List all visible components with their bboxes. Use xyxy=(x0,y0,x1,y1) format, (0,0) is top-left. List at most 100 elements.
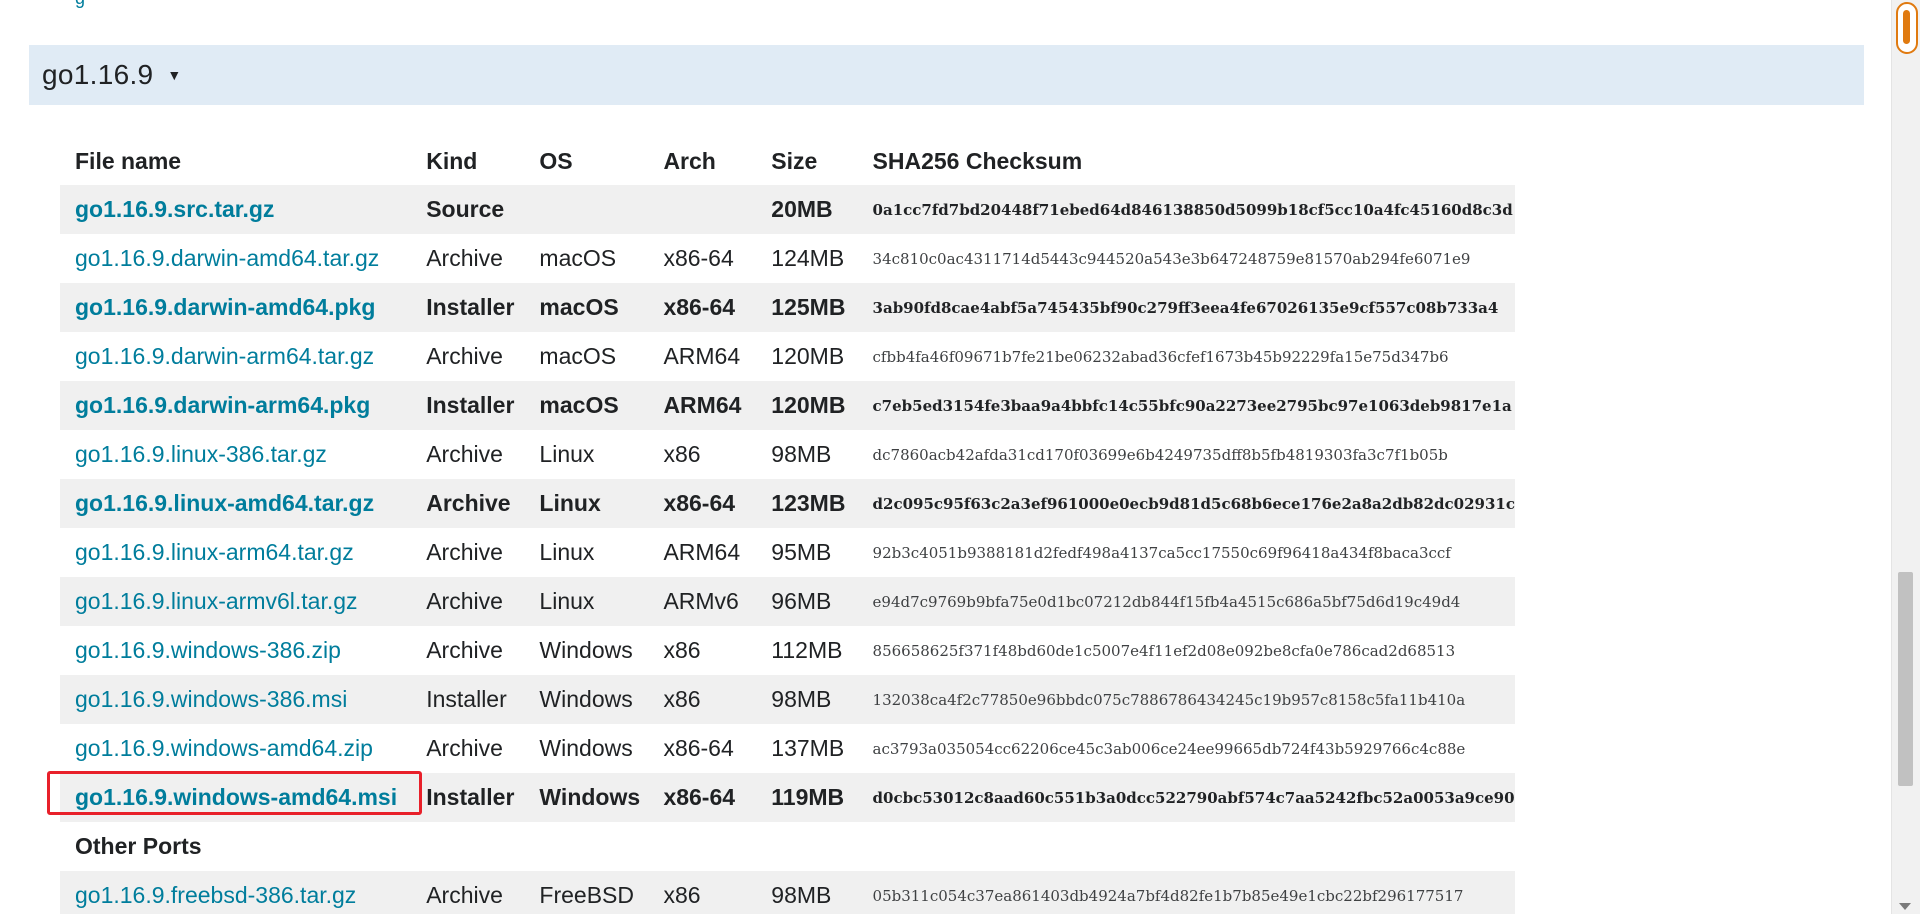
table-row: go1.16.9.windows-386.msi Installer Windows… xyxy=(60,675,1515,724)
kind-cell: Archive xyxy=(426,343,503,369)
table-row: go1.16.9.darwin-amd64.tar.gz Archive macOS… xyxy=(60,234,1515,283)
arch-cell xyxy=(648,185,757,234)
download-link[interactable]: go1.16.9.linux-386.tar.gz xyxy=(75,441,327,467)
table-header-row: File name Kind OS Arch Size SHA256 Check… xyxy=(60,137,1515,185)
downloads-page: g go1.16.9 ▼ File name Kind OS Arch Size… xyxy=(0,0,1920,914)
checksum-cell: d0cbc53012c8aad60c551b3a0dcc522790abf574… xyxy=(857,773,1515,822)
floating-scroll-widget-icon[interactable] xyxy=(1896,2,1918,54)
header-kind: Kind xyxy=(426,147,478,174)
download-link[interactable]: go1.16.9.windows-386.zip xyxy=(75,637,341,663)
download-link[interactable]: go1.16.9.darwin-amd64.tar.gz xyxy=(75,245,379,271)
file-name-cell: go1.16.9.src.tar.gz xyxy=(60,185,412,234)
file-name-cell: go1.16.9.windows-amd64.zip xyxy=(60,724,411,773)
kind-cell: Installer xyxy=(411,773,525,822)
kind-cell: Archive xyxy=(426,245,503,271)
os-cell: Linux xyxy=(539,539,595,565)
size-cell: 95MB xyxy=(771,539,832,565)
size-cell: 119MB xyxy=(756,773,858,822)
os-cell: Linux xyxy=(524,479,649,528)
os-cell: macOS xyxy=(524,381,649,430)
kind-cell: Installer xyxy=(411,675,525,724)
os-cell: Windows xyxy=(524,773,649,822)
os-cell: Linux xyxy=(539,441,595,467)
file-name-cell: go1.16.9.windows-amd64.msi xyxy=(60,773,412,822)
triangle-down-icon[interactable]: ▼ xyxy=(167,67,181,83)
arch-cell: x86-64 xyxy=(648,773,757,822)
release-header[interactable]: go1.16.9 ▼ xyxy=(29,45,1864,105)
download-link[interactable]: go1.16.9.freebsd-386.tar.gz xyxy=(75,882,356,908)
size-cell: 112MB xyxy=(771,637,843,663)
download-link[interactable]: go1.16.9.windows-amd64.zip xyxy=(75,735,373,761)
download-link[interactable]: go1.16.9.windows-386.msi xyxy=(75,686,347,712)
file-name-cell: go1.16.9.darwin-arm64.tar.gz xyxy=(60,332,411,381)
checksum-cell: 132038ca4f2c77850e96bbdc075c788678643424… xyxy=(857,675,1515,724)
table-row: go1.16.9.linux-amd64.tar.gz Archive Linux x… xyxy=(60,479,1515,528)
other-ports-heading: Other Ports xyxy=(60,822,1515,871)
file-name-cell: go1.16.9.linux-armv6l.tar.gz xyxy=(60,577,412,626)
header-size: Size xyxy=(771,147,818,174)
size-cell: 20MB xyxy=(756,185,858,234)
size-cell: 98MB xyxy=(756,871,858,914)
kind-cell: Archive xyxy=(426,441,503,467)
os-cell: Windows xyxy=(524,675,649,724)
size-cell: 98MB xyxy=(756,675,858,724)
size-cell: 124MB xyxy=(771,245,845,271)
arch-cell: x86 xyxy=(663,637,701,663)
table-row: go1.16.9.linux-386.tar.gz Archive Linux x86… xyxy=(60,430,1515,479)
file-name-cell: go1.16.9.darwin-amd64.pkg xyxy=(60,283,412,332)
kind-cell: Archive xyxy=(426,735,503,761)
scroll-down-arrow-icon[interactable] xyxy=(1899,903,1911,910)
download-link[interactable]: go1.16.9.src.tar.gz xyxy=(75,196,274,222)
table-body: go1.16.9.src.tar.gz Source 20MB 0a1cc7fd7bd… xyxy=(60,185,1515,914)
checksum-cell: 05b311c054c37ea861403db4924a7bf4d82fe1b7… xyxy=(857,871,1515,914)
download-link[interactable]: go1.16.9.darwin-arm64.pkg xyxy=(75,392,370,418)
table-row: go1.16.9.darwin-arm64.tar.gz Archive macOS… xyxy=(60,332,1515,381)
os-cell: FreeBSD xyxy=(524,871,649,914)
os-cell: macOS xyxy=(524,283,649,332)
checksum-cell: 92b3c4051b9388181d2fedf498a4137ca5cc1755… xyxy=(872,543,1451,562)
download-link[interactable]: go1.16.9.darwin-arm64.tar.gz xyxy=(75,343,374,369)
arch-cell: x86-64 xyxy=(663,245,734,271)
kind-cell: Installer xyxy=(411,283,525,332)
checksum-cell: 856658625f371f48bd60de1c5007e4f11ef2d08e… xyxy=(872,641,1456,660)
table-row: go1.16.9.darwin-arm64.pkg Installer macOS A… xyxy=(60,381,1515,430)
size-cell: 123MB xyxy=(756,479,858,528)
file-name-cell: go1.16.9.darwin-arm64.pkg xyxy=(60,381,412,430)
download-link[interactable]: go1.16.9.darwin-amd64.pkg xyxy=(75,294,375,320)
size-cell: 125MB xyxy=(756,283,858,332)
previous-section-link-fragment[interactable]: g xyxy=(75,0,95,8)
header-checksum: SHA256 Checksum xyxy=(872,147,1083,174)
kind-cell: Source xyxy=(411,185,525,234)
size-cell: 120MB xyxy=(771,343,845,369)
release-version-title[interactable]: go1.16.9 xyxy=(42,59,153,91)
download-link[interactable]: go1.16.9.linux-amd64.tar.gz xyxy=(75,490,374,516)
arch-cell: x86 xyxy=(648,871,757,914)
kind-cell: Archive xyxy=(411,871,525,914)
table-row: go1.16.9.windows-amd64.msi Installer Windo… xyxy=(60,773,1515,822)
kind-cell: Archive xyxy=(426,539,503,565)
scrollbar-thumb[interactable] xyxy=(1898,572,1913,786)
header-file-name: File name xyxy=(75,147,182,174)
table-row: go1.16.9.freebsd-386.tar.gz Archive FreeBS… xyxy=(60,871,1515,914)
table-row: go1.16.9.src.tar.gz Source 20MB 0a1cc7fd7bd… xyxy=(60,185,1515,234)
download-link[interactable]: go1.16.9.linux-armv6l.tar.gz xyxy=(75,588,358,614)
kind-cell: Archive xyxy=(426,637,503,663)
download-link[interactable]: go1.16.9.linux-arm64.tar.gz xyxy=(75,539,354,565)
os-cell: Windows xyxy=(539,637,633,663)
size-cell: 120MB xyxy=(756,381,858,430)
os-cell: Windows xyxy=(539,735,633,761)
checksum-cell: 0a1cc7fd7bd20448f71ebed64d846138850d5099… xyxy=(857,185,1515,234)
os-cell: Linux xyxy=(524,577,649,626)
table-row: go1.16.9.windows-386.zip Archive Windows x8… xyxy=(60,626,1515,675)
arch-cell: ARM64 xyxy=(663,343,741,369)
download-link[interactable]: go1.16.9.windows-amd64.msi xyxy=(75,784,397,810)
file-name-cell: go1.16.9.linux-386.tar.gz xyxy=(60,430,411,479)
header-arch: Arch xyxy=(663,147,716,174)
vertical-scrollbar[interactable] xyxy=(1891,0,1920,914)
checksum-cell: dc7860acb42afda31cd170f03699e6b4249735df… xyxy=(872,445,1448,464)
checksum-cell: 34c810c0ac4311714d5443c944520a543e3b6472… xyxy=(872,249,1471,268)
file-name-cell: go1.16.9.windows-386.zip xyxy=(60,626,411,675)
kind-cell: Archive xyxy=(411,479,525,528)
arch-cell: x86 xyxy=(648,675,757,724)
kind-cell: Installer xyxy=(411,381,525,430)
